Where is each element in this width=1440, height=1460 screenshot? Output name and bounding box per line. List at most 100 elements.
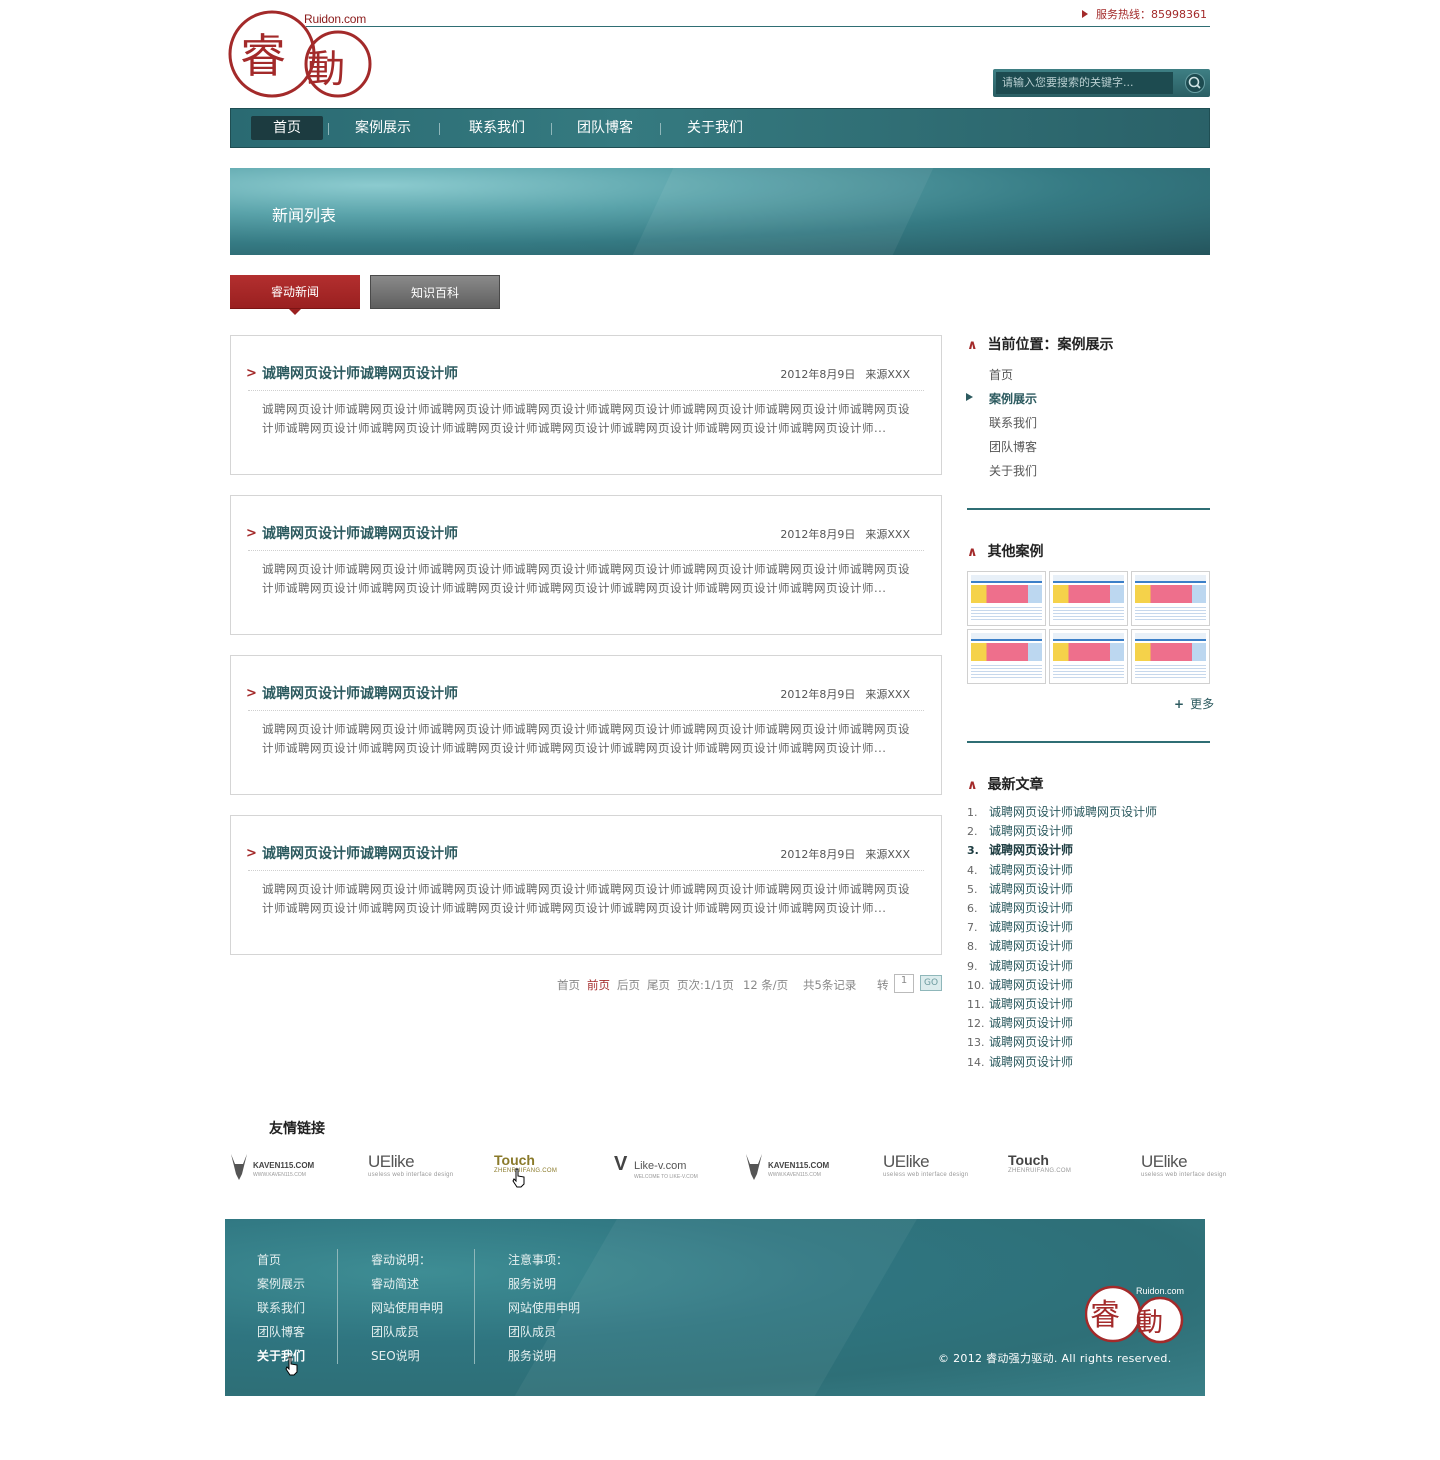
- pager-prev[interactable]: 前页: [587, 977, 610, 993]
- pager-page-input[interactable]: 1: [894, 974, 914, 993]
- item-number: 14.: [967, 1056, 985, 1069]
- article-card: > 诚聘网页设计师诚聘网页设计师 2012年8月9日 来源XXX 诚聘网页设计师诚…: [230, 655, 942, 795]
- item-number: 3.: [967, 844, 979, 857]
- nav-item-cases[interactable]: 案例展示: [343, 109, 423, 147]
- case-thumbnail[interactable]: [967, 629, 1046, 684]
- article-title[interactable]: 诚聘网页设计师诚聘网页设计师: [262, 523, 458, 543]
- pager-last[interactable]: 尾页: [647, 977, 670, 993]
- latest-article-item[interactable]: 8. 诚聘网页设计师: [967, 937, 1073, 954]
- footer-link-overview[interactable]: 睿动简述: [371, 1275, 419, 1292]
- pager-total: 共5条记录: [803, 978, 857, 992]
- tab-news[interactable]: 睿动新闻: [230, 275, 360, 309]
- latest-article-item[interactable]: 11. 诚聘网页设计师: [967, 995, 1073, 1012]
- latest-article-item[interactable]: 14. 诚聘网页设计师: [967, 1053, 1073, 1070]
- footer-link-blog[interactable]: 团队博客: [257, 1323, 305, 1340]
- divider: [248, 710, 924, 711]
- latest-article-item[interactable]: 10. 诚聘网页设计师: [967, 976, 1073, 993]
- item-number: 12.: [967, 1017, 985, 1030]
- search-button[interactable]: [1185, 73, 1205, 93]
- pager-next[interactable]: 后页: [617, 977, 640, 993]
- triangle-right-icon: [1082, 10, 1088, 18]
- partner-logo-uelike[interactable]: UElike useless web interface design: [1141, 1152, 1226, 1186]
- partner-logo-uelike[interactable]: UElike useless web interface design: [883, 1152, 968, 1186]
- v-logo-icon: V: [614, 1153, 628, 1175]
- latest-article-item[interactable]: 7. 诚聘网页设计师: [967, 918, 1073, 935]
- item-number: 11.: [967, 998, 985, 1011]
- nav-item-about[interactable]: 关于我们: [675, 109, 755, 147]
- item-title: 诚聘网页设计师: [989, 1035, 1074, 1049]
- latest-article-item[interactable]: 5. 诚聘网页设计师: [967, 880, 1073, 897]
- partner-name: UElike: [883, 1152, 930, 1171]
- sidebar-link-blog[interactable]: 团队博客: [989, 438, 1037, 455]
- article-title[interactable]: 诚聘网页设计师诚聘网页设计师: [262, 683, 458, 703]
- chevron-right-icon: >: [246, 846, 257, 861]
- nav-divider: [328, 123, 329, 135]
- article-source: 来源XXX: [865, 688, 910, 701]
- hotline: 服务热线：85998361: [1082, 6, 1207, 22]
- sidebar-link-home[interactable]: 首页: [989, 366, 1013, 383]
- latest-article-item[interactable]: 12. 诚聘网页设计师: [967, 1014, 1073, 1031]
- pager-page-info: 页次:1/1页: [677, 978, 734, 992]
- search-input[interactable]: [996, 72, 1173, 94]
- antler-icon: [746, 1154, 762, 1180]
- partner-name: Touch: [1008, 1152, 1049, 1168]
- article-card: > 诚聘网页设计师诚聘网页设计师 2012年8月9日 来源XXX 诚聘网页设计师诚…: [230, 335, 942, 475]
- caret-up-icon: ∧: [967, 778, 978, 793]
- nav-item-contact[interactable]: 联系我们: [457, 109, 537, 147]
- footer-link-team[interactable]: 团队成员: [508, 1323, 556, 1340]
- latest-article-item[interactable]: 9. 诚聘网页设计师: [967, 957, 1073, 974]
- case-thumbnail[interactable]: [1131, 571, 1210, 626]
- sidebar-heading-text: 当前位置：案例展示: [987, 337, 1114, 353]
- article-date: 2012年8月9日: [780, 368, 856, 381]
- chevron-right-icon: >: [246, 686, 257, 701]
- plus-icon: +: [1174, 697, 1185, 711]
- article-excerpt: 诚聘网页设计师诚聘网页设计师诚聘网页设计师诚聘网页设计师诚聘网页设计师诚聘网页设…: [262, 722, 910, 755]
- latest-article-item[interactable]: 3. 诚聘网页设计师: [967, 841, 1073, 858]
- pager-goto-label: 转: [877, 978, 889, 992]
- sidebar-link-about[interactable]: 关于我们: [989, 462, 1037, 479]
- footer-link-contact[interactable]: 联系我们: [257, 1299, 305, 1316]
- more-link[interactable]: + 更多: [1174, 695, 1214, 712]
- item-number: 10.: [967, 979, 985, 992]
- footer-link-seo[interactable]: SEO说明: [371, 1347, 420, 1364]
- footer-link-cases[interactable]: 案例展示: [257, 1275, 305, 1292]
- pager-go-button[interactable]: GO: [920, 975, 942, 991]
- item-number: 2.: [967, 825, 978, 838]
- footer-link-service[interactable]: 服务说明: [508, 1275, 556, 1292]
- footer-link-service[interactable]: 服务说明: [508, 1347, 556, 1364]
- article-title[interactable]: 诚聘网页设计师诚聘网页设计师: [262, 363, 458, 383]
- case-thumbnail[interactable]: [1131, 629, 1210, 684]
- case-thumbnail[interactable]: [1049, 571, 1128, 626]
- nav-item-blog[interactable]: 团队博客: [565, 109, 645, 147]
- tab-knowledge[interactable]: 知识百科: [370, 275, 500, 309]
- footer-link-terms[interactable]: 网站使用申明: [508, 1299, 580, 1316]
- latest-article-item[interactable]: 13. 诚聘网页设计师: [967, 1033, 1073, 1050]
- footer-link-team[interactable]: 团队成员: [371, 1323, 419, 1340]
- divider: [248, 390, 924, 391]
- latest-article-item[interactable]: 6. 诚聘网页设计师: [967, 899, 1073, 916]
- more-label: 更多: [1190, 697, 1215, 711]
- footer-link-home[interactable]: 首页: [257, 1251, 281, 1268]
- partner-name: UElike: [368, 1152, 415, 1171]
- item-title: 诚聘网页设计师: [989, 920, 1074, 934]
- footer-link-terms[interactable]: 网站使用申明: [371, 1299, 443, 1316]
- pager-first[interactable]: 首页: [557, 977, 580, 993]
- case-thumbnail[interactable]: [1049, 629, 1128, 684]
- partner-logo-touch[interactable]: Touch ZHENRUIFANG.COM: [1008, 1152, 1071, 1186]
- partner-sub: WELCOME TO LIKE-V.COM: [634, 1174, 698, 1180]
- latest-article-item[interactable]: 4. 诚聘网页设计师: [967, 861, 1073, 878]
- footer-logo-site-text: Ruidon.com: [1136, 1286, 1185, 1296]
- sidebar-link-cases[interactable]: 案例展示: [989, 390, 1037, 407]
- item-number: 4.: [967, 864, 978, 877]
- article-meta: 2012年8月9日 来源XXX: [780, 686, 910, 702]
- latest-article-item[interactable]: 1. 诚聘网页设计师诚聘网页设计师: [967, 803, 1157, 820]
- partner-sub: ZHENRUIFANG.COM: [1008, 1168, 1072, 1174]
- nav-divider: [551, 123, 552, 135]
- partner-logo-uelike[interactable]: UElike useless web interface design: [368, 1152, 453, 1186]
- article-title[interactable]: 诚聘网页设计师诚聘网页设计师: [262, 843, 458, 863]
- sidebar-link-contact[interactable]: 联系我们: [989, 414, 1037, 431]
- nav-item-home[interactable]: 首页: [251, 109, 323, 147]
- case-thumbnail[interactable]: [967, 571, 1046, 626]
- latest-article-item[interactable]: 2. 诚聘网页设计师: [967, 822, 1073, 839]
- partner-name: UElike: [1141, 1152, 1188, 1171]
